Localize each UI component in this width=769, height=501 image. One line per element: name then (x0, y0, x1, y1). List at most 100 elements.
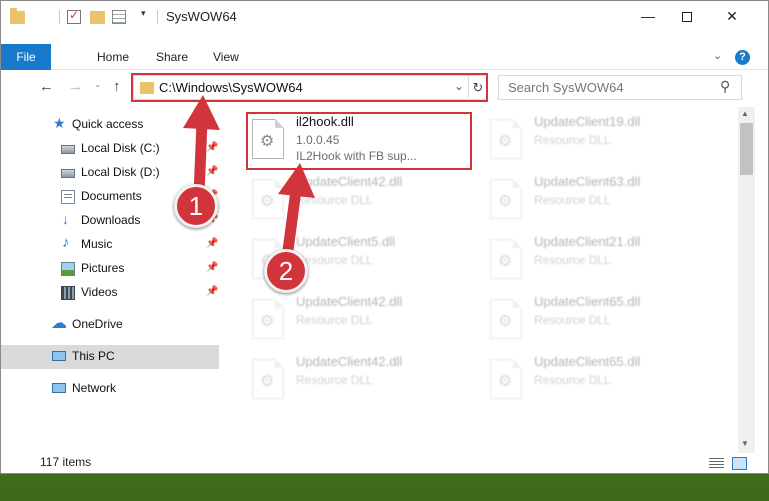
help-icon[interactable]: ? (735, 50, 750, 65)
sidebar-item-label: Music (81, 237, 113, 251)
sidebar-item-label: Quick access (72, 117, 144, 131)
up-button[interactable]: ↑ (113, 78, 121, 95)
address-highlight-box (131, 73, 488, 102)
dll-file-icon: ⚙ (490, 239, 522, 279)
file-item[interactable]: ⚙ UpdateClient65.dll Resource DLL (484, 291, 704, 347)
tab-file[interactable]: File (1, 44, 51, 70)
star-icon: ★ (53, 115, 66, 131)
close-button[interactable]: ✕ (709, 1, 755, 32)
tab-view[interactable]: View (213, 45, 239, 70)
scroll-down-icon[interactable]: ▼ (741, 439, 749, 448)
toolbar-separator (59, 10, 60, 24)
sidebar-item-pictures[interactable]: Pictures 📌 (1, 257, 219, 281)
cloud-icon: ☁ (51, 315, 67, 332)
tab-home[interactable]: Home (97, 45, 129, 70)
dll-file-icon: ⚙ (490, 179, 522, 219)
sidebar-item-label: Local Disk (D:) (81, 165, 160, 179)
scroll-thumb[interactable] (740, 123, 753, 175)
back-button[interactable]: ← (39, 78, 54, 95)
gear-icon: ⚙ (498, 313, 513, 330)
file-name: UpdateClient5.dll (296, 234, 396, 249)
dll-file-icon: ⚙ (252, 359, 284, 399)
sidebar-item-label: Pictures (81, 261, 125, 275)
pin-icon[interactable]: 📌 (206, 286, 218, 297)
large-icons-view-icon[interactable] (732, 457, 747, 470)
computer-icon (52, 351, 66, 361)
pin-icon[interactable]: 📌 (206, 166, 218, 177)
dll-file-icon: ⚙ (490, 119, 522, 159)
gear-icon: ⚙ (260, 373, 275, 390)
window-title: SysWOW64 (166, 9, 237, 24)
sidebar-item-label: This PC (72, 349, 115, 363)
file-type: Resource DLL (534, 253, 611, 267)
file-item[interactable]: ⚙ UpdateClient42.dll Resource DLL (246, 351, 466, 407)
file-name: UpdateClient19.dll (534, 114, 641, 129)
gear-icon: ⚙ (498, 193, 513, 210)
dll-file-icon: ⚙ (252, 179, 284, 219)
search-input[interactable]: Search SysWOW64 ⚲ (498, 75, 742, 100)
sidebar-item-this-pc[interactable]: This PC (1, 345, 219, 369)
file-item[interactable]: ⚙ UpdateClient42.dll Resource DLL (246, 291, 466, 347)
file-item[interactable]: ⚙ UpdateClient63.dll Resource DLL (484, 171, 704, 227)
file-name: UpdateClient63.dll (534, 174, 641, 189)
properties-check-icon[interactable] (67, 8, 81, 24)
search-placeholder: Search SysWOW64 (508, 80, 624, 95)
sidebar-item-quick-access[interactable]: ★ Quick access (1, 113, 219, 137)
dll-file-icon: ⚙ (490, 299, 522, 339)
toolbar-separator (157, 10, 158, 24)
customize-toolbar-dropdown-icon[interactable]: ▾ (141, 8, 146, 19)
forward-button[interactable]: → (68, 78, 83, 95)
pin-icon[interactable]: 📌 (206, 238, 218, 249)
sidebar-item-local-disk-c[interactable]: Local Disk (C:) 📌 (1, 137, 219, 161)
pin-icon[interactable]: 📌 (206, 142, 218, 153)
maximize-button[interactable] (664, 1, 710, 32)
ribbon-tabs: File Home Share View ⌄ ? (1, 44, 768, 70)
folder-icon[interactable] (10, 8, 25, 24)
sidebar-item-local-disk-d[interactable]: Local Disk (D:) 📌 (1, 161, 219, 185)
file-type: Resource DLL (534, 133, 611, 147)
sidebar-item-label: Videos (81, 285, 118, 299)
file-item[interactable]: ⚙ UpdateClient19.dll Resource DLL (484, 111, 704, 167)
title-bar: ▾ SysWOW64 — ✕ (1, 1, 768, 32)
navigation-pane: ★ Quick access Local Disk (C:) 📌 Local D… (1, 107, 221, 447)
rename-icon[interactable] (112, 10, 126, 24)
file-item[interactable]: ⚙ UpdateClient65.dll Resource DLL (484, 351, 704, 407)
details-view-icon[interactable] (709, 458, 724, 469)
maximize-icon (682, 12, 692, 23)
sidebar-item-videos[interactable]: Videos 📌 (1, 281, 219, 305)
search-icon[interactable]: ⚲ (720, 78, 730, 95)
sidebar-item-label: OneDrive (72, 317, 123, 331)
navigation-bar: ← → ⌄ ↑ C:\Windows\SysWOW64 ⌄ ↻ Search S… (1, 71, 768, 105)
file-item[interactable]: ⚙ UpdateClient21.dll Resource DLL (484, 231, 704, 287)
new-folder-icon[interactable] (90, 11, 105, 24)
file-name: UpdateClient42.dll (296, 294, 403, 309)
file-type: Resource DLL (296, 313, 373, 327)
file-name: UpdateClient42.dll (296, 174, 403, 189)
vertical-scrollbar[interactable]: ▲ ▼ (738, 107, 755, 453)
file-type: Resource DLL (534, 193, 611, 207)
sidebar-item-label: Downloads (81, 213, 141, 227)
tab-share[interactable]: Share (156, 45, 188, 70)
status-bar: 117 items (1, 453, 768, 473)
documents-icon (61, 190, 75, 204)
pictures-icon (61, 262, 75, 276)
gear-icon: ⚙ (498, 373, 513, 390)
sidebar-item-label: Network (72, 381, 117, 395)
expand-ribbon-icon[interactable]: ⌄ (713, 49, 722, 62)
step-badge-1: 1 (174, 184, 218, 228)
dll-file-icon: ⚙ (252, 299, 284, 339)
file-highlight-box (246, 112, 472, 170)
file-name: UpdateClient42.dll (296, 354, 403, 369)
pin-icon[interactable]: 📌 (206, 262, 218, 273)
sidebar-item-network[interactable]: Network (1, 377, 219, 401)
scroll-up-icon[interactable]: ▲ (741, 109, 749, 118)
file-type: Resource DLL (296, 373, 373, 387)
recent-locations-icon[interactable]: ⌄ (94, 79, 102, 90)
sidebar-item-music[interactable]: ♪ Music 📌 (1, 233, 219, 257)
file-item[interactable]: ⚙ UpdateClient42.dll Resource DLL (246, 171, 466, 227)
download-icon: ↓ (62, 211, 69, 227)
item-count: 117 items (40, 455, 92, 469)
file-type: Resource DLL (296, 253, 373, 267)
sidebar-item-onedrive[interactable]: ☁ OneDrive (1, 313, 219, 337)
videos-icon (61, 286, 75, 300)
